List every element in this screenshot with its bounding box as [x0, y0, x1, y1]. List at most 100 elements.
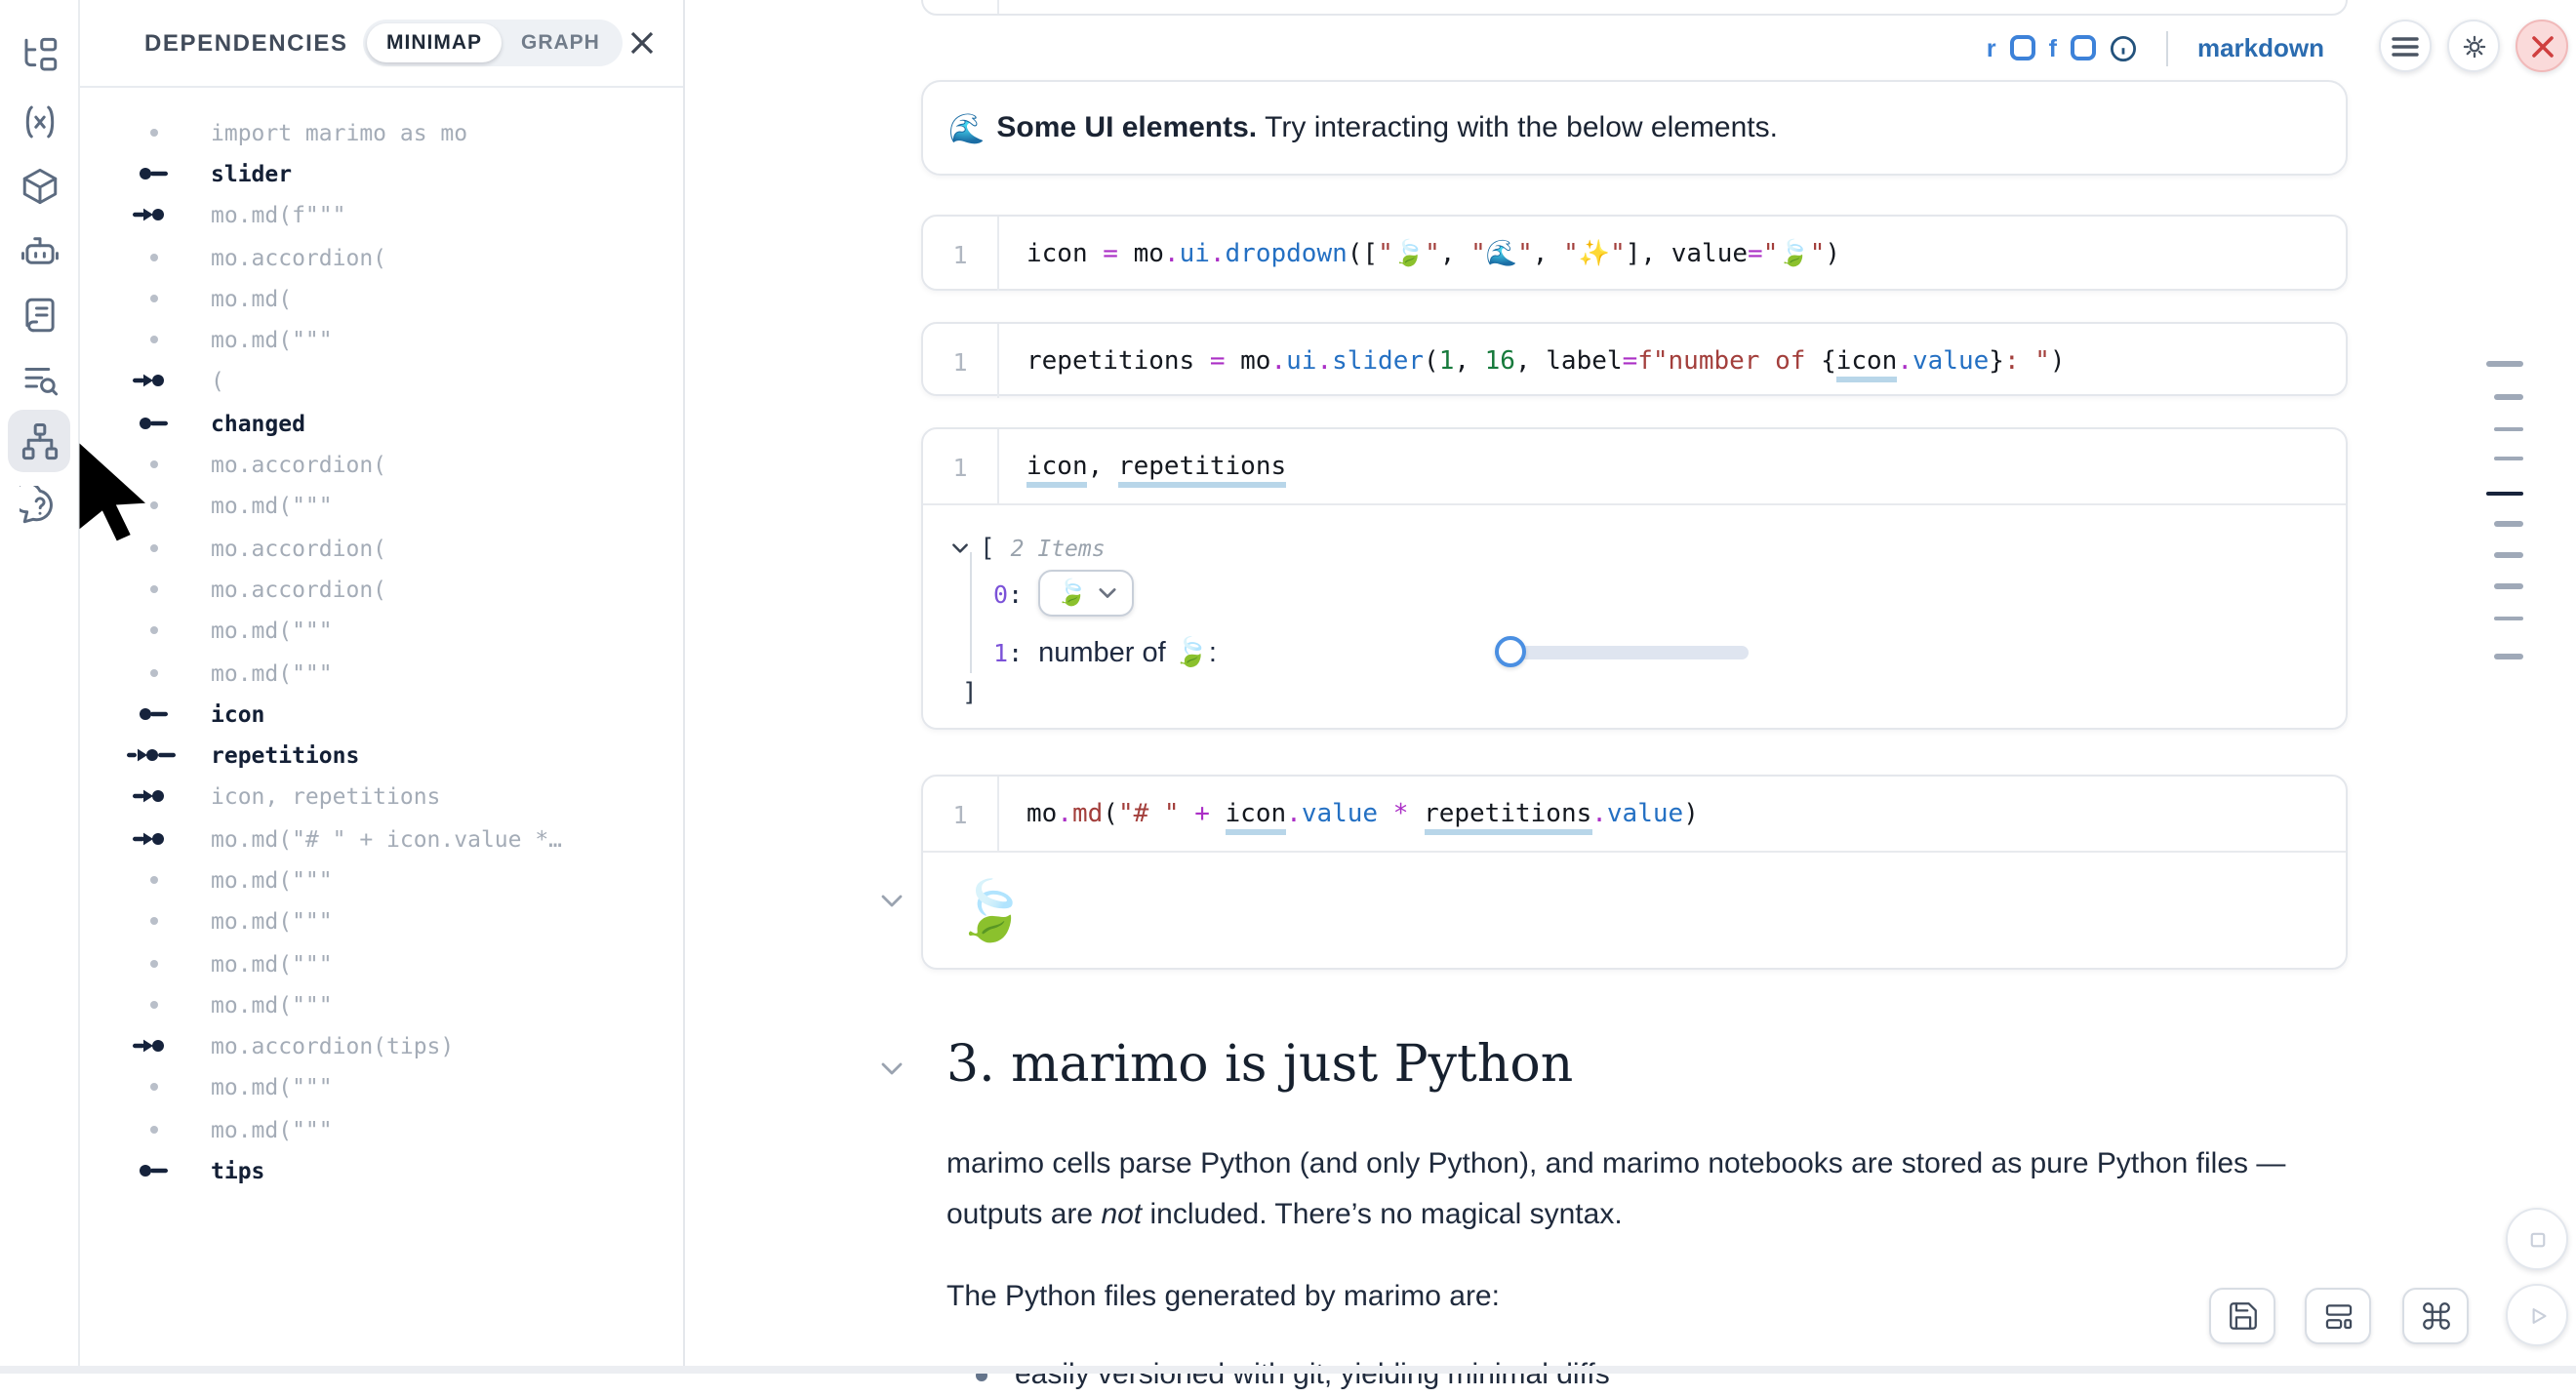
cell-both-icon: [125, 745, 183, 765]
keyboard-shortcuts-button[interactable]: [2402, 1288, 2469, 1344]
info-icon[interactable]: [2110, 34, 2137, 61]
minimap-item[interactable]: mo.md(""": [78, 1067, 683, 1109]
cell-dot-icon: [125, 662, 183, 682]
minimap-item-label: mo.md(""": [211, 493, 333, 520]
items-count: 2 Items: [1011, 535, 1106, 562]
f-string-checkbox[interactable]: [2071, 35, 2096, 60]
minimap-item[interactable]: mo.md("# " + icon.value *…: [78, 818, 683, 859]
cell-dash[interactable]: [2494, 456, 2523, 460]
minimap-item[interactable]: mo.md(f""": [78, 194, 683, 236]
line-number: 1: [923, 429, 999, 503]
minimap-item[interactable]: mo.md(: [78, 277, 683, 319]
code-cell-md-heading[interactable]: 1 mo.md("# " + icon.value * repetitions.…: [921, 775, 2348, 970]
shutdown-button[interactable]: [2516, 20, 2568, 72]
dependencies-panel: DEPENDENCIES MINIMAP GRAPH import marimo…: [78, 0, 685, 1374]
minimap-item-label: changed: [211, 409, 305, 436]
icon-dropdown-select[interactable]: 🍃: [1038, 570, 1134, 617]
minimap-item[interactable]: import marimo as mo: [78, 111, 683, 153]
settings-button[interactable]: [2447, 20, 2500, 72]
minimap-item[interactable]: changed: [78, 402, 683, 444]
sidebar-item-ai-assistant[interactable]: [8, 219, 70, 281]
repetitions-slider[interactable]: [1217, 628, 1509, 675]
cell-dash[interactable]: [2494, 654, 2523, 659]
robot-icon: [19, 229, 60, 270]
tree-indent-guide: [970, 552, 972, 673]
minimap-item[interactable]: mo.md(""": [78, 859, 683, 901]
minimap-item[interactable]: icon: [78, 693, 683, 735]
gear-icon: [2458, 30, 2489, 61]
minimap-item[interactable]: mo.md(""": [78, 319, 683, 361]
run-button[interactable]: [2506, 1284, 2568, 1346]
sidebar-item-dependency-graph[interactable]: [8, 410, 70, 472]
sidebar-item-help[interactable]: [8, 474, 70, 537]
collapse-section-chevron-icon[interactable]: [880, 1058, 904, 1081]
sidebar-item-variables[interactable]: [8, 90, 70, 152]
sidebar-item-file-tree[interactable]: [8, 23, 70, 86]
minimap-item-label: repetitions: [211, 741, 359, 769]
cell-ref-icon: [125, 1036, 183, 1056]
code-cell-tuple[interactable]: 1 icon, repetitions [ 2 Items 0 : 🍃 1 :: [921, 427, 2348, 730]
minimap-item-label: mo.accordion(: [211, 576, 386, 603]
minimap-item-label: icon, repetitions: [211, 783, 440, 811]
wave-emoji: 🌊: [948, 110, 985, 145]
cell-dash[interactable]: [2494, 394, 2523, 399]
minimap-item[interactable]: mo.md(""": [78, 900, 683, 942]
minimap-item-label: (: [211, 368, 224, 395]
icon-rail: [0, 0, 80, 1374]
language-mode-label[interactable]: markdown: [2197, 33, 2324, 62]
code-cell-slider[interactable]: 1 repetitions = mo.ui.slider(1, 16, labe…: [921, 322, 2348, 396]
chevron-down-icon: [1099, 587, 1116, 599]
minimap-item[interactable]: (: [78, 361, 683, 403]
save-button[interactable]: [2209, 1288, 2275, 1344]
cell-dash[interactable]: [2494, 583, 2523, 588]
minimap-item[interactable]: mo.md(""": [78, 942, 683, 984]
code-cell-dropdown[interactable]: 1 icon = mo.ui.dropdown(["🍃", "🌊", "✨"],…: [921, 215, 2348, 291]
cell-dash[interactable]: [2494, 616, 2523, 620]
close-panel-button[interactable]: [628, 29, 656, 57]
minimap-item[interactable]: mo.accordion(tips): [78, 1025, 683, 1067]
minimap-item-label: mo.md(""": [211, 949, 333, 977]
cell-dash[interactable]: [2494, 426, 2523, 431]
sidebar-item-packages[interactable]: [8, 154, 70, 217]
cell-dash[interactable]: [2486, 361, 2523, 366]
cell-dash-active[interactable]: [2486, 491, 2523, 496]
menu-button[interactable]: [2379, 20, 2432, 72]
minimap-item-label: import marimo as mo: [211, 118, 467, 145]
minimap-item[interactable]: mo.md(""": [78, 983, 683, 1025]
slider-handle[interactable]: [1496, 636, 1527, 667]
tab-minimap[interactable]: MINIMAP: [367, 23, 502, 62]
cell-dash[interactable]: [2494, 552, 2523, 557]
minimap-item[interactable]: mo.md(""": [78, 610, 683, 652]
r-string-checkbox[interactable]: [2010, 35, 2035, 60]
sidebar-item-snippets[interactable]: [8, 347, 70, 410]
minimap-item[interactable]: mo.accordion(: [78, 569, 683, 611]
minimap-cell-list: import marimo as mo slider mo.md(f""" mo.ac…: [78, 94, 683, 1191]
minimap-item[interactable]: slider: [78, 153, 683, 195]
dropdown-value: 🍃: [1056, 579, 1087, 608]
index-colon: :: [1008, 637, 1023, 666]
sidebar-item-logs[interactable]: [8, 283, 70, 345]
tab-graph[interactable]: GRAPH: [502, 23, 620, 62]
minimap-item-label: mo.md(""": [211, 866, 333, 894]
markdown-cell-editor-partial[interactable]: 1 🌊 **Some UI elements.** Try interactin…: [921, 0, 2348, 16]
layout-button[interactable]: [2305, 1288, 2371, 1344]
minimap-item[interactable]: tips: [78, 1150, 683, 1192]
chevron-down-icon[interactable]: [950, 539, 970, 558]
collapse-output-chevron-icon[interactable]: [880, 890, 904, 913]
cell-dot-icon: [125, 247, 183, 266]
cell-dash[interactable]: [2494, 521, 2523, 526]
section-heading: 3. marimo is just Python: [946, 1036, 1573, 1095]
slider-track[interactable]: [1496, 645, 1750, 659]
minimap-item[interactable]: repetitions: [78, 735, 683, 777]
cell-ref-icon: [125, 787, 183, 807]
stop-button[interactable]: [2506, 1208, 2568, 1270]
minimap-item[interactable]: mo.accordion(: [78, 236, 683, 278]
italic-text: not: [1101, 1198, 1142, 1231]
minimap-item[interactable]: icon, repetitions: [78, 777, 683, 818]
minimap-item-label: mo.accordion(: [211, 451, 386, 478]
minimap-item[interactable]: mo.md(""": [78, 1108, 683, 1150]
cell-def-icon: [125, 413, 183, 432]
minimap-item-label: mo.md(f""": [211, 201, 346, 228]
cell-dot-icon: [125, 122, 183, 141]
minimap-item[interactable]: mo.md(""": [78, 652, 683, 694]
